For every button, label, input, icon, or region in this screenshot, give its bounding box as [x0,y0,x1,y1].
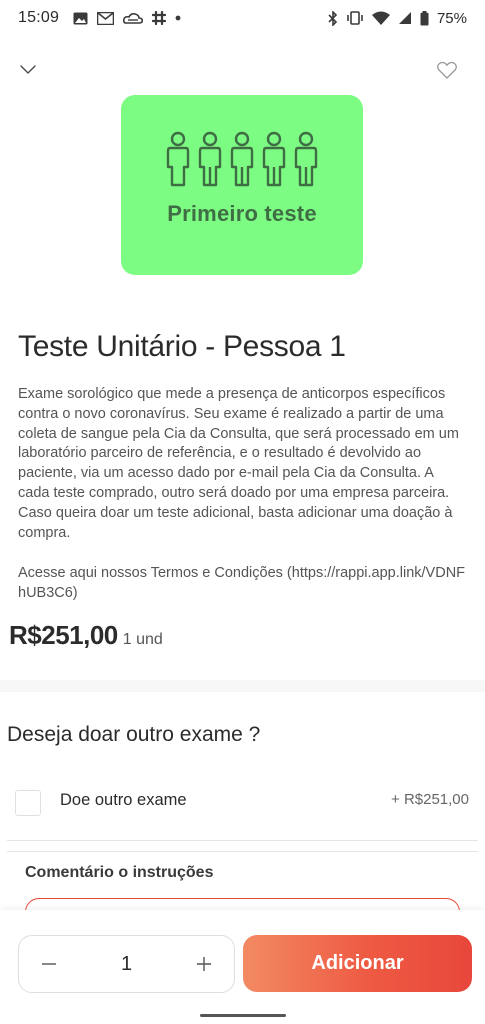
donate-checkbox[interactable] [15,790,41,816]
product-unit: 1 und [122,631,163,648]
quantity-value: 1 [120,952,133,975]
quantity-stepper: 1 [18,935,235,993]
product-price: R$251,00 [9,620,118,650]
product-title: Teste Unitário - Pessoa 1 [18,330,346,363]
divider [7,851,478,852]
price-row: R$251,00 1 und [9,620,163,651]
person-icon [198,131,222,187]
person-icon [166,131,190,187]
notification-icons [73,11,181,25]
gmail-icon [97,11,115,25]
person-icon [294,131,318,187]
heart-icon[interactable] [435,58,459,82]
terms-link[interactable]: Acesse aqui nossos Termos e Condições (h… [18,564,468,604]
cloud-icon [123,12,144,25]
signal-icon [398,11,412,25]
battery-percentage: 75% [436,9,467,27]
dot-icon [175,15,181,21]
people-icon-group [164,131,320,187]
donate-option-price: + R$251,00 [391,791,469,808]
donate-heading: Deseja doar outro exame ? [7,723,261,746]
vibrate-icon [346,11,364,25]
person-icon [230,131,254,187]
status-time: 15:09 [18,9,60,26]
increment-button[interactable] [192,952,216,976]
decrement-button[interactable] [37,952,61,976]
status-bar: 15:09 75% [0,0,485,36]
bottom-action-bar: 1 Adicionar [0,910,485,1024]
battery-icon [420,10,429,26]
wifi-icon [371,11,390,25]
image-icon [73,12,88,25]
comment-label: Comentário o instruções [25,864,214,881]
product-description: Exame sorológico que mede a presença de … [18,386,459,541]
section-divider [0,680,485,692]
add-to-cart-button[interactable]: Adicionar [243,935,472,992]
chevron-down-icon[interactable] [16,58,40,82]
system-icons: 75% [328,10,467,27]
gesture-nav-handle [200,1014,286,1017]
minus-icon [42,963,56,965]
bluetooth-icon [328,10,338,26]
plus-icon [197,957,211,971]
donate-option-label: Doe outro exame [60,791,187,809]
donate-option-row[interactable]: Doe outro exame + R$251,00 [0,786,485,818]
image-caption: Primeiro teste [167,201,317,226]
divider [7,840,478,841]
person-icon [262,131,286,187]
slack-icon [152,11,167,25]
product-image: Primeiro teste [121,95,363,275]
